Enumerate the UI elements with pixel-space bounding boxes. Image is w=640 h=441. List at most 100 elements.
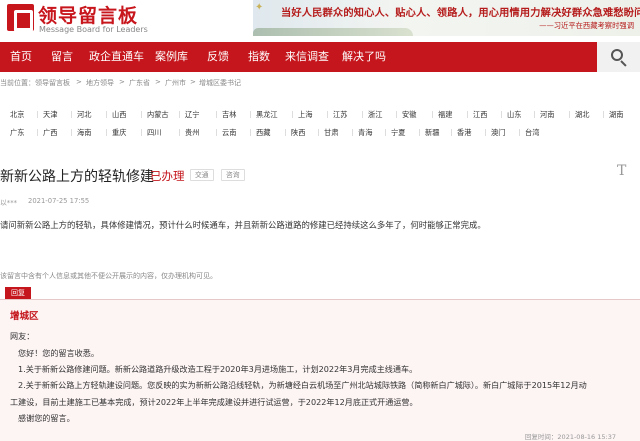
breadcrumb-item[interactable]: 广东省 [129,78,150,88]
nav-item-cases[interactable]: 案例库 [155,42,188,72]
region-link[interactable]: 台湾 [525,128,539,138]
nav-item-index[interactable]: 指数 [248,42,270,72]
region-separator [216,129,217,136]
region-link[interactable]: 青海 [358,128,372,138]
breadcrumb-item[interactable]: 领导留言板 [35,78,70,88]
region-link[interactable]: 江西 [473,110,487,120]
region-link[interactable]: 山东 [507,110,521,120]
breadcrumb-separator: > [119,78,125,86]
region-separator [534,111,535,118]
region-link[interactable]: 福建 [438,110,452,120]
region-separator [362,111,363,118]
region-separator [419,129,420,136]
region-link[interactable]: 宁夏 [391,128,405,138]
message-content: 请问新新公路上方的轻轨，具体修建情况，预计什么时候通车，并且新新公路道路的修建已… [0,220,486,230]
region-link[interactable]: 河北 [77,110,91,120]
region-separator [352,129,353,136]
region-link[interactable]: 湖南 [609,110,623,120]
status-badge: 已办理 [150,169,185,183]
region-link[interactable]: 香港 [457,128,471,138]
search-button[interactable] [597,42,640,72]
message-time: 2021-07-25 17:55 [28,197,90,205]
region-separator [179,111,180,118]
nav-item-solved[interactable]: 解决了吗 [342,42,386,72]
message-author: 以*** [0,199,17,207]
message-title: 新新公路上方的轻轨修建 [0,169,154,185]
region-link[interactable]: 吉林 [222,110,236,120]
logo-title[interactable]: 领导留言板 [38,1,138,28]
tag-traffic[interactable]: 交通 [190,169,214,181]
banner-quote-source: ——习近平在西藏考察时强调 [539,21,634,30]
region-separator [250,111,251,118]
region-separator [141,111,142,118]
site-header: 领导留言板 Message Board for Leaders ✦ 当好人民群众… [0,0,640,42]
reply-time: 回复时间：2021-08-16 15:37 [525,431,616,441]
region-link[interactable]: 四川 [147,128,161,138]
main-nav: 首页 留言 政企直通车 案例库 反馈 指数 来信调查 解决了吗 [0,42,640,72]
reply-time-label: 回复时间： [524,433,558,441]
region-separator [71,111,72,118]
reply-paragraph: 感谢您的留言。 [18,413,75,423]
region-link[interactable]: 江苏 [333,110,347,120]
tag-consult[interactable]: 咨询 [221,169,245,181]
region-separator [467,111,468,118]
region-separator [318,129,319,136]
breadcrumb-separator: > [76,78,82,86]
region-link[interactable]: 黑龙江 [256,110,278,120]
region-link[interactable]: 浙江 [368,110,382,120]
region-link[interactable]: 湖北 [575,110,589,120]
region-link[interactable]: 西藏 [256,128,270,138]
sparkle-icon: ✦ [255,2,264,13]
breadcrumb-item[interactable]: 广州市 [165,78,186,88]
logo-subtitle: Message Board for Leaders [39,25,148,34]
logo-icon[interactable] [7,4,34,32]
region-link[interactable]: 山西 [112,110,126,120]
banner-quote: 当好人民群众的知心人、贴心人、领路人，用心用情用力解决好群众急难愁盼问题。 [281,8,640,19]
nav-item-survey[interactable]: 来信调查 [285,42,329,72]
breadcrumb-separator: > [155,78,161,86]
region-link[interactable]: 广东 [10,128,24,138]
nav-item-message[interactable]: 留言 [51,42,73,72]
region-link[interactable]: 新疆 [425,128,439,138]
nav-item-enterprise[interactable]: 政企直通车 [89,42,144,72]
breadcrumb-item[interactable]: 地方领导 [86,78,114,88]
reply-section: 增城区 网友： 您好！您的留言收悉。 1.关于新新公路修建问题。新新公路道路升级… [0,300,640,441]
banner-decoration [253,28,413,36]
nav-item-home[interactable]: 首页 [10,42,32,72]
font-size-toggle-icon[interactable]: T [617,163,626,179]
region-link[interactable]: 辽宁 [185,110,199,120]
region-separator [71,129,72,136]
region-separator [519,129,520,136]
region-link[interactable]: 甘肃 [324,128,338,138]
region-separator [569,111,570,118]
region-link[interactable]: 重庆 [112,128,126,138]
region-link[interactable]: 澳门 [491,128,505,138]
reply-paragraph: 工建设，目前土建施工已基本完成，预计2022年上半年完成建设并进行试运营，于20… [10,397,418,407]
region-link[interactable]: 贵州 [185,128,199,138]
region-separator [285,129,286,136]
region-separator [485,129,486,136]
privacy-notice: 该留言中含有个人信息或其他不便公开展示的内容，仅办理机构可见。 [0,272,217,280]
region-selector: 北京 天津 河北 山西 内蒙古 辽宁 吉林 黑龙江 上海 江苏 浙江 安徽 福建 江西 山东 河南 湖北 湖南广东… [0,104,640,148]
breadcrumb-separator: > [190,78,196,86]
region-link[interactable]: 河南 [540,110,554,120]
region-link[interactable]: 内蒙古 [147,110,169,120]
reply-greeting: 网友： [10,331,35,341]
region-separator [501,111,502,118]
breadcrumb-prefix: 当前位置： [0,79,35,87]
region-separator [37,129,38,136]
region-link[interactable]: 北京 [10,110,24,120]
region-link[interactable]: 安徽 [402,110,416,120]
region-link[interactable]: 云南 [222,128,236,138]
region-link[interactable]: 天津 [43,110,57,120]
region-link[interactable]: 陕西 [291,128,305,138]
region-separator [432,111,433,118]
region-separator [216,111,217,118]
region-separator [250,129,251,136]
reply-paragraph: 1.关于新新公路修建问题。新新公路道路升级改造工程于2020年3月进场施工，计划… [18,364,418,374]
region-link[interactable]: 上海 [298,110,312,120]
nav-item-feedback[interactable]: 反馈 [207,42,229,72]
breadcrumb-item[interactable]: 增城区委书记 [199,78,241,88]
region-link[interactable]: 广西 [43,128,57,138]
region-link[interactable]: 海南 [77,128,91,138]
